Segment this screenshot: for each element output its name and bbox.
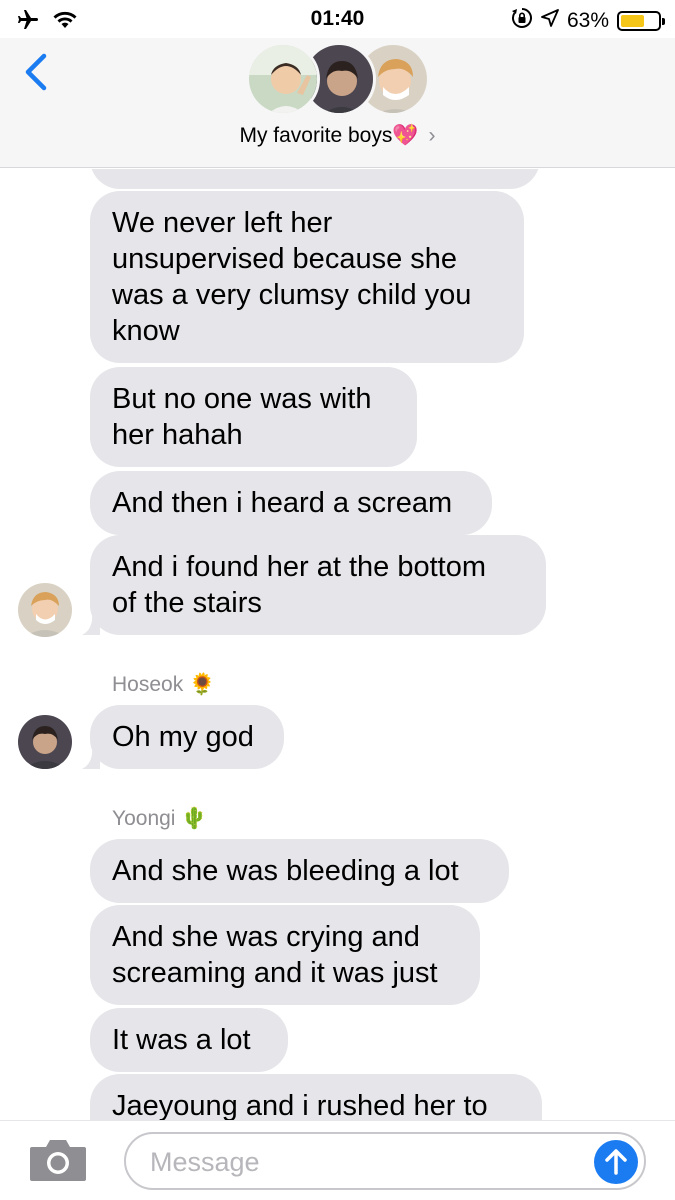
message-line: know [112, 315, 180, 347]
sender-name-yoongi: Yoongi 🌵 [112, 807, 208, 830]
battery-icon [617, 11, 665, 31]
message-line: was a very clumsy child you [112, 279, 472, 311]
message-bubble[interactable]: And she was crying and screaming and it … [90, 905, 480, 1005]
message-bubble[interactable]: And then i heard a scream [90, 471, 492, 535]
message-bubble[interactable]: We never left her unsupervised because s… [90, 191, 524, 363]
message-line: of the stairs [112, 587, 262, 619]
message-bubble[interactable]: And i found her at the bottom of the sta… [82, 535, 546, 635]
sender-name-hoseok: Hoseok 🌻 [112, 673, 216, 696]
message-line: her hahah [112, 419, 243, 451]
message-line: But no one was with [112, 383, 372, 415]
message-line: And she was bleeding a lot [112, 855, 459, 887]
battery-fill [621, 15, 644, 27]
message-bubble[interactable]: Oh my god [82, 705, 284, 769]
message-line: screaming and it was just [112, 957, 438, 989]
compose-bar [0, 1120, 675, 1200]
chevron-right-icon: › [428, 124, 436, 147]
orientation-lock-icon [511, 7, 533, 35]
message-bubble-cropped[interactable] [90, 169, 540, 189]
bubble-tail [82, 745, 100, 769]
group-avatars[interactable] [246, 42, 430, 116]
battery-tip [662, 18, 665, 25]
arrow-up-icon [594, 1149, 638, 1188]
message-line: It was a lot [112, 1024, 251, 1056]
sender-avatar[interactable] [18, 715, 72, 769]
sender-avatar[interactable] [18, 583, 72, 637]
camera-icon [28, 1140, 88, 1187]
message-bubble[interactable]: It was a lot [90, 1008, 288, 1072]
bubble-tail [82, 611, 100, 635]
message-bubble-partial[interactable]: Jaeyoung and i rushed her to [90, 1074, 542, 1120]
conversation-header: My favorite boys💖 › [0, 38, 675, 168]
message-input[interactable] [150, 1144, 570, 1180]
chevron-left-icon [18, 53, 58, 100]
group-title-button[interactable]: My favorite boys💖 › [0, 124, 675, 148]
message-line: And she was crying and [112, 921, 420, 953]
camera-button[interactable] [28, 1137, 88, 1183]
message-field [124, 1132, 646, 1190]
status-right: 63% [511, 7, 665, 35]
battery-percent: 63% [566, 9, 609, 32]
message-line: We never left her [112, 207, 333, 239]
message-bubble[interactable]: But no one was with her hahah [90, 367, 417, 467]
message-line: unsupervised because she [112, 243, 458, 275]
location-icon [541, 9, 559, 33]
message-line: Jaeyoung and i rushed her to [112, 1090, 488, 1120]
send-button[interactable] [594, 1140, 638, 1184]
message-list[interactable]: We never left her unsupervised because s… [0, 169, 675, 1120]
message-line: And i found her at the bottom [112, 551, 487, 583]
status-bar: 01:40 63% [0, 0, 675, 38]
group-title: My favorite boys💖 [239, 124, 419, 147]
back-button[interactable] [18, 52, 58, 96]
message-line: And then i heard a scream [112, 487, 453, 519]
message-line: Oh my god [112, 721, 254, 753]
group-avatar-1 [246, 42, 320, 116]
message-bubble[interactable]: And she was bleeding a lot [90, 839, 509, 903]
